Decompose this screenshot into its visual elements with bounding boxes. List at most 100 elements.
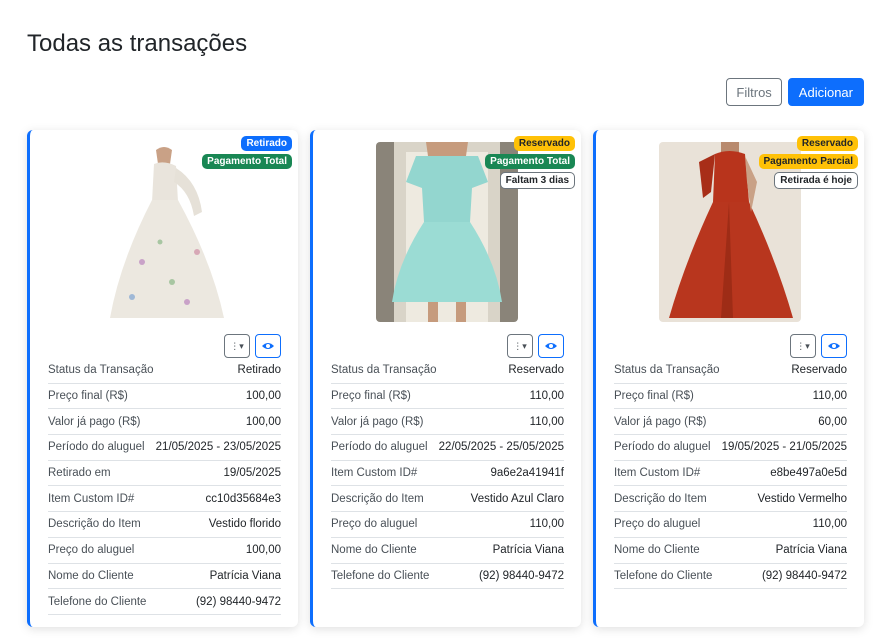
detail-row: Valor já pago (R$) 100,00 (48, 409, 281, 436)
detail-value: 22/05/2025 - 25/05/2025 (438, 441, 564, 454)
transaction-details: Status da Transação Retirado Preço final … (48, 358, 281, 615)
detail-value: 110,00 (812, 390, 847, 403)
transaction-details: Status da Transação Reservado Preço final… (614, 358, 847, 590)
more-options-button[interactable]: ⋮▾ (224, 334, 250, 358)
detail-label: Retirado em (48, 467, 111, 480)
detail-row: Preço final (R$) 110,00 (614, 384, 847, 410)
card-actions: ⋮▾ (507, 334, 564, 358)
detail-value: (92) 98440-9472 (195, 595, 281, 608)
detail-row: Período do aluguel 22/05/2025 - 25/05/202… (331, 435, 564, 461)
detail-row: Preço do aluguel 110,00 (614, 512, 847, 538)
view-button[interactable] (538, 334, 564, 358)
detail-value: 110,00 (529, 518, 564, 531)
detail-row: Valor já pago (R$) 60,00 (614, 409, 847, 436)
status-badges: Reservado Pagamento Total Faltam 3 dias (485, 136, 575, 189)
status-badges: Reservado Pagamento Parcial Retirada é h… (758, 136, 858, 189)
detail-label: Período do aluguel (48, 441, 145, 454)
detail-row: Item Custom ID# cc10d35684e3 (48, 486, 281, 513)
detail-row: Telefone do Cliente (92) 98440-9472 (614, 564, 847, 590)
more-options-button[interactable]: ⋮▾ (507, 334, 533, 358)
detail-value: (92) 98440-9472 (478, 569, 564, 582)
view-button[interactable] (821, 334, 847, 358)
detail-label: Status da Transação (48, 364, 154, 377)
detail-label: Item Custom ID# (331, 467, 418, 480)
kebab-menu-icon: ⋮▾ (796, 340, 810, 351)
detail-label: Nome do Cliente (331, 544, 417, 557)
transaction-card: Retirado Pagamento Total ⋮▾ Status da Tr… (27, 130, 298, 627)
status-badge: Retirado (241, 136, 292, 151)
eye-icon (262, 343, 274, 349)
detail-row: Descrição do Item Vestido florido (48, 512, 281, 538)
detail-row: Valor já pago (R$) 110,00 (331, 409, 564, 436)
detail-row: Preço final (R$) 110,00 (331, 384, 564, 410)
detail-value: Reservado (791, 364, 847, 377)
dress-image-floral (102, 142, 230, 322)
detail-label: Descrição do Item (48, 518, 141, 531)
transaction-card: Reservado Pagamento Parcial Retirada é h… (593, 130, 864, 627)
payment-badge: Pagamento Parcial (758, 154, 858, 169)
detail-label: Período do aluguel (614, 441, 711, 454)
detail-label: Preço do aluguel (614, 518, 701, 531)
detail-value: (92) 98440-9472 (761, 569, 847, 582)
add-button[interactable]: Adicionar (787, 78, 864, 106)
detail-label: Telefone do Cliente (48, 595, 147, 608)
detail-label: Nome do Cliente (614, 544, 700, 557)
detail-value: Patrícia Viana (492, 544, 564, 557)
status-badge: Reservado (796, 136, 858, 151)
page-title: Todas as transações (27, 30, 248, 57)
view-button[interactable] (255, 334, 281, 358)
detail-value: 110,00 (812, 518, 847, 531)
detail-value: 21/05/2025 - 23/05/2025 (155, 441, 281, 454)
detail-row: Nome do Cliente Patrícia Viana (614, 538, 847, 564)
detail-label: Descrição do Item (331, 492, 424, 505)
detail-value: 19/05/2025 - 21/05/2025 (721, 441, 847, 454)
pickup-today-badge: Retirada é hoje (774, 172, 858, 189)
detail-label: Telefone do Cliente (331, 569, 430, 582)
detail-row: Preço do aluguel 110,00 (331, 512, 564, 538)
status-badge: Reservado (513, 136, 575, 151)
filters-button[interactable]: Filtros (726, 78, 782, 106)
detail-row: Preço do aluguel 100,00 (48, 538, 281, 564)
detail-label: Preço final (R$) (331, 390, 411, 403)
card-actions: ⋮▾ (790, 334, 847, 358)
status-badges: Retirado Pagamento Total (202, 136, 292, 169)
detail-value: Vestido florido (208, 518, 281, 531)
detail-value: Patrícia Viana (209, 569, 281, 582)
detail-row: Preço final (R$) 100,00 (48, 384, 281, 410)
detail-value: 110,00 (529, 415, 564, 428)
detail-row: Descrição do Item Vestido Vermelho (614, 486, 847, 513)
detail-row: Nome do Cliente Patrícia Viana (331, 538, 564, 564)
detail-label: Valor já pago (R$) (614, 415, 707, 428)
detail-value: e8be497a0e5d (770, 467, 847, 480)
detail-row: Nome do Cliente Patrícia Viana (48, 564, 281, 590)
detail-value: Vestido Vermelho (757, 492, 847, 505)
eye-icon (545, 343, 557, 349)
payment-badge: Pagamento Total (202, 154, 292, 169)
payment-badge: Pagamento Total (485, 154, 575, 169)
detail-label: Período do aluguel (331, 441, 428, 454)
detail-row: Telefone do Cliente (92) 98440-9472 (331, 564, 564, 590)
detail-value: 100,00 (245, 415, 281, 428)
detail-label: Valor já pago (R$) (48, 415, 141, 428)
detail-row: Item Custom ID# 9a6e2a41941f (331, 461, 564, 487)
detail-row: Status da Transação Reservado (614, 358, 847, 384)
kebab-menu-icon: ⋮▾ (513, 340, 527, 351)
detail-row: Item Custom ID# e8be497a0e5d (614, 461, 847, 487)
detail-label: Descrição do Item (614, 492, 707, 505)
detail-label: Preço final (R$) (614, 390, 694, 403)
detail-value: Vestido Azul Claro (470, 492, 564, 505)
detail-label: Status da Transação (331, 364, 437, 377)
detail-label: Valor já pago (R$) (331, 415, 424, 428)
detail-label: Telefone do Cliente (614, 569, 713, 582)
detail-row: Descrição do Item Vestido Azul Claro (331, 486, 564, 513)
detail-label: Item Custom ID# (48, 492, 135, 505)
toolbar: Filtros Adicionar (726, 78, 864, 106)
days-remaining-badge: Faltam 3 dias (499, 172, 575, 189)
transaction-details: Status da Transação Reservado Preço final… (331, 358, 564, 590)
detail-row: Status da Transação Reservado (331, 358, 564, 384)
detail-row: Período do aluguel 21/05/2025 - 23/05/202… (48, 435, 281, 461)
detail-row: Período do aluguel 19/05/2025 - 21/05/202… (614, 435, 847, 461)
card-actions: ⋮▾ (224, 334, 281, 358)
detail-label: Nome do Cliente (48, 569, 134, 582)
more-options-button[interactable]: ⋮▾ (790, 334, 816, 358)
